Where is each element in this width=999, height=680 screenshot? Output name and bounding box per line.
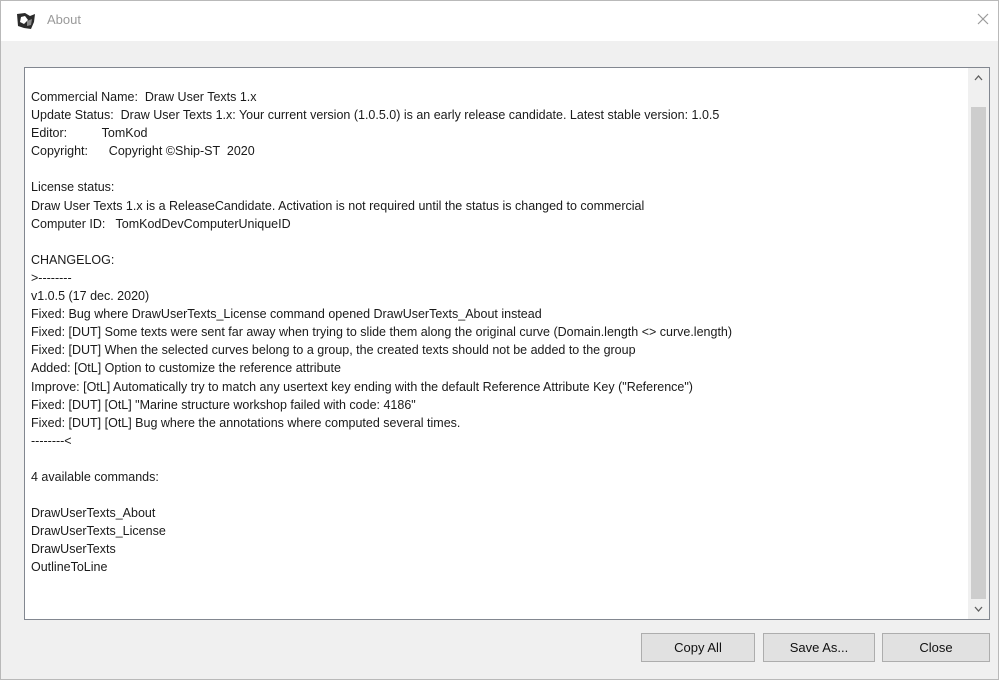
text-line: Copyright: Copyright ©Ship-ST 2020 bbox=[31, 144, 255, 159]
window-title: About bbox=[47, 12, 81, 27]
text-line: Commercial Name: Draw User Texts 1.x bbox=[31, 90, 257, 104]
scroll-up-icon[interactable] bbox=[968, 68, 989, 88]
text-line: Editor: TomKod bbox=[31, 126, 148, 141]
text-line: Improve: [OtL] Automatically try to matc… bbox=[31, 379, 693, 394]
scrollbar-thumb[interactable] bbox=[971, 107, 986, 599]
text-line: DrawUserTexts bbox=[31, 542, 116, 557]
save-as-button[interactable]: Save As... bbox=[763, 633, 875, 662]
text-line: >-------- bbox=[31, 270, 72, 285]
text-line: Fixed: [DUT] [OtL] "Marine structure wor… bbox=[31, 397, 416, 412]
text-line: --------< bbox=[31, 433, 72, 448]
text-line bbox=[31, 233, 961, 251]
text-line: CHANGELOG: bbox=[31, 252, 115, 267]
title-bar: About bbox=[1, 1, 998, 41]
text-line bbox=[31, 160, 961, 178]
text-line: v1.0.5 (17 dec. 2020) bbox=[31, 289, 150, 304]
text-line: Update Status: Draw User Texts 1.x: Your… bbox=[31, 108, 720, 123]
about-text-area[interactable]: Commercial Name: Draw User Texts 1.x Upda… bbox=[24, 67, 990, 620]
text-line: Fixed: [DUT] When the selected curves be… bbox=[31, 343, 636, 358]
about-dialog: About Commercial Name: Draw User Texts 1… bbox=[0, 0, 999, 680]
close-icon[interactable] bbox=[975, 11, 991, 27]
text-line bbox=[31, 486, 961, 504]
text-line bbox=[31, 450, 961, 468]
text-line: Fixed: [DUT] [OtL] Bug where the annotat… bbox=[31, 415, 461, 430]
text-line: Draw User Texts 1.x is a ReleaseCandidat… bbox=[31, 198, 645, 213]
app-icon bbox=[17, 13, 35, 29]
scroll-down-icon[interactable] bbox=[968, 599, 989, 619]
text-line: DrawUserTexts_About bbox=[31, 506, 156, 521]
copy-all-button[interactable]: Copy All bbox=[641, 633, 755, 662]
about-text-content: Commercial Name: Draw User Texts 1.x Upda… bbox=[31, 88, 961, 577]
text-line: 4 available commands: bbox=[31, 469, 159, 484]
text-line: Fixed: Bug where DrawUserTexts_License c… bbox=[31, 307, 542, 322]
text-line: Added: [OtL] Option to customize the ref… bbox=[31, 361, 341, 376]
text-line: Fixed: [DUT] Some texts were sent far aw… bbox=[31, 325, 733, 340]
text-line: DrawUserTexts_License bbox=[31, 524, 166, 539]
vertical-scrollbar[interactable] bbox=[968, 68, 989, 619]
text-line: Computer ID: TomKodDevComputerUniqueID bbox=[31, 216, 291, 231]
text-line: License status: bbox=[31, 180, 115, 195]
close-button[interactable]: Close bbox=[882, 633, 990, 662]
text-line: OutlineToLine bbox=[31, 560, 108, 575]
